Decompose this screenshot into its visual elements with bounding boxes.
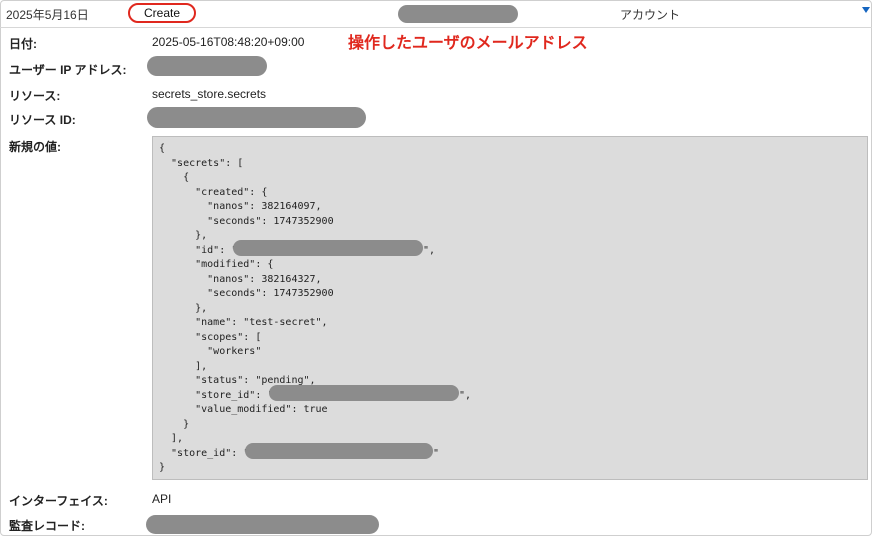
date-value: 2025-05-16T08:48:20+09:00 [152,35,305,49]
json-line: "id": " [159,244,238,256]
redacted-store-id-outer [245,443,433,459]
user-ip-label: ユーザー IP アドレス: [9,63,127,77]
resource-id-label: リソース ID: [9,113,76,127]
resource-value: secrets_store.secrets [152,87,267,101]
redacted-secret-id [233,240,423,256]
json-line: "nanos": 382164327, [159,273,322,285]
json-line: { [159,143,166,154]
json-line: "created": { [159,186,268,198]
json-line: }, [159,230,208,241]
interface-label: インターフェイス: [9,494,108,508]
json-line: "seconds": 1747352900 [159,288,334,299]
redacted-user-email [398,5,518,23]
redacted-store-id-inner [269,385,459,401]
json-line: "name": "test-secret", [159,317,328,328]
json-line: "secrets": [ [159,157,244,169]
email-annotation: 操作したユーザのメールアドレス [348,35,588,52]
account-label: アカウント [620,8,681,22]
json-line: } [159,418,190,430]
json-line: "workers" [159,346,262,357]
json-line: "store_id": " [159,389,274,401]
interface-value: API [152,492,172,506]
json-line: { [159,172,190,183]
redacted-resource-id [147,107,366,128]
json-line: "scopes": [ [159,331,262,343]
json-line: } [159,462,166,473]
json-line: "seconds": 1747352900 [159,215,334,227]
json-line: "value_modified": true [159,404,328,415]
json-suffix: ", [423,244,436,256]
json-line: "nanos": 382164097, [159,201,322,212]
json-line: ], [159,360,208,372]
audit-record-label: 監査レコード: [9,519,85,533]
json-line: ], [159,433,184,444]
json-line: "modified": { [159,259,274,270]
redacted-audit-record [146,515,379,534]
redacted-user-ip [147,56,267,76]
log-entry-header[interactable]: 2025年5月16日 Create アカウント [0,0,872,28]
chevron-down-icon[interactable] [862,7,870,13]
new-value-label: 新規の値: [9,140,61,154]
json-line: "store_id": " [159,447,250,459]
entry-date: 2025年5月16日 [6,8,89,22]
json-suffix: ", [459,389,472,401]
date-label: 日付: [9,37,37,51]
new-value-json: { "secrets": [ { "created": { "nanos": 3… [152,136,868,480]
json-line: }, [159,302,208,314]
resource-label: リソース: [9,89,61,103]
json-suffix: " [433,447,440,459]
action-badge-create: Create [128,3,196,23]
